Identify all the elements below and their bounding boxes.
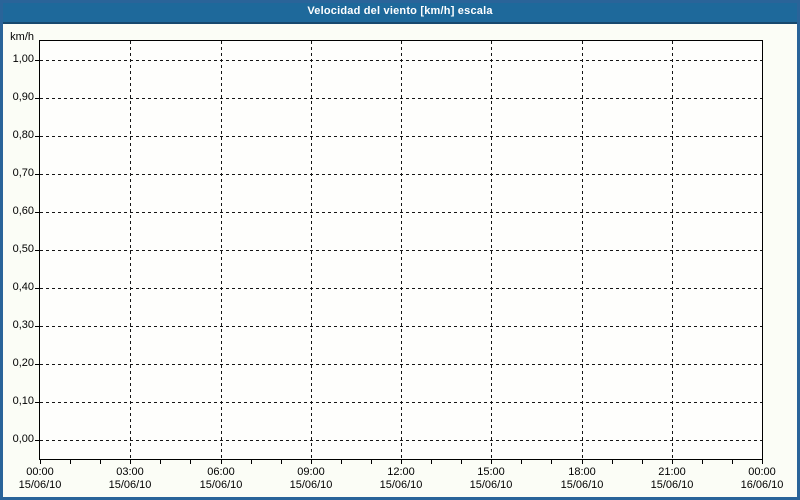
y-tick-mark	[35, 402, 39, 403]
x-gridline	[221, 41, 222, 459]
x-tick-mark	[431, 460, 432, 464]
x-tick-time-label: 21:00	[658, 466, 686, 478]
chart-title-bar: Velocidad del viento [km/h] escala	[0, 0, 800, 24]
x-tick-time-label: 18:00	[568, 466, 596, 478]
y-tick-mark	[35, 212, 39, 213]
chart-window: Velocidad del viento [km/h] escala km/h …	[0, 0, 800, 500]
chart-title: Velocidad del viento [km/h] escala	[307, 5, 493, 17]
x-tick-date-label: 15/06/10	[289, 479, 333, 491]
x-tick-mark	[251, 460, 252, 464]
x-tick-date-label: 15/06/10	[199, 479, 243, 491]
x-tick-mark	[311, 460, 312, 464]
x-tick-mark	[551, 460, 552, 464]
y-tick-mark	[35, 98, 39, 99]
x-tick-date-label: 15/06/10	[560, 479, 604, 491]
x-tick-date-label: 15/06/10	[469, 479, 513, 491]
y-tick-label: 0,30	[12, 319, 34, 331]
x-tick-mark	[70, 460, 71, 464]
x-gridline	[672, 41, 673, 459]
x-tick-time-label: 00:00	[748, 466, 776, 478]
y-tick-label: 0,60	[12, 205, 34, 217]
x-gridline	[582, 41, 583, 459]
y-tick-label: 0,40	[12, 281, 34, 293]
x-tick-mark	[672, 460, 673, 464]
y-tick-label: 0,10	[12, 395, 34, 407]
y-tick-mark	[35, 288, 39, 289]
x-tick-mark	[281, 460, 282, 464]
x-tick-mark	[521, 460, 522, 464]
x-tick-mark	[190, 460, 191, 464]
y-tick-mark	[35, 174, 39, 175]
x-tick-time-label: 12:00	[387, 466, 415, 478]
x-tick-mark	[221, 460, 222, 464]
x-tick-mark	[100, 460, 101, 464]
x-tick-mark	[762, 460, 763, 464]
x-tick-mark	[40, 460, 41, 464]
x-tick-mark	[130, 460, 131, 464]
x-tick-time-label: 06:00	[207, 466, 235, 478]
y-tick-label: 0,70	[12, 167, 34, 179]
x-tick-mark	[160, 460, 161, 464]
x-tick-date-label: 15/06/10	[650, 479, 694, 491]
y-tick-mark	[35, 440, 39, 441]
x-tick-mark	[642, 460, 643, 464]
x-tick-date-label: 15/06/10	[379, 479, 423, 491]
x-tick-mark	[491, 460, 492, 464]
x-tick-mark	[341, 460, 342, 464]
x-gridline	[401, 41, 402, 459]
x-tick-time-label: 00:00	[26, 466, 54, 478]
x-tick-time-label: 03:00	[116, 466, 144, 478]
x-tick-date-label: 15/06/10	[108, 479, 152, 491]
y-tick-label: 0,90	[12, 91, 34, 103]
x-tick-date-label: 15/06/10	[18, 479, 62, 491]
y-axis-unit-label: km/h	[10, 31, 34, 43]
x-tick-date-label: 16/06/10	[740, 479, 784, 491]
y-tick-mark	[35, 250, 39, 251]
x-tick-mark	[582, 460, 583, 464]
plot-area	[39, 40, 763, 460]
x-gridline	[491, 41, 492, 459]
y-tick-label: 0,00	[12, 433, 34, 445]
y-tick-label: 0,20	[12, 357, 34, 369]
x-tick-time-label: 09:00	[297, 466, 325, 478]
y-tick-label: 0,50	[12, 243, 34, 255]
y-tick-mark	[35, 364, 39, 365]
x-tick-mark	[461, 460, 462, 464]
x-tick-mark	[371, 460, 372, 464]
x-tick-mark	[612, 460, 613, 464]
x-tick-time-label: 15:00	[477, 466, 505, 478]
x-gridline	[311, 41, 312, 459]
y-tick-mark	[35, 326, 39, 327]
x-tick-mark	[702, 460, 703, 464]
x-tick-mark	[732, 460, 733, 464]
y-tick-label: 1,00	[12, 53, 34, 65]
x-gridline	[130, 41, 131, 459]
x-tick-mark	[401, 460, 402, 464]
y-tick-mark	[35, 136, 39, 137]
y-tick-mark	[35, 60, 39, 61]
y-tick-label: 0,80	[12, 129, 34, 141]
